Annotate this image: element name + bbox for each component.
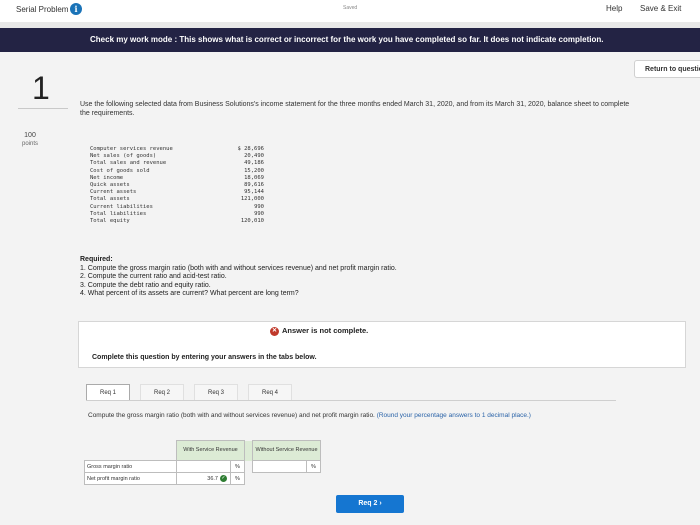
table-row: Gross margin ratio % % [84, 460, 321, 473]
saved-status: Saved [343, 5, 358, 11]
gross-margin-without-input[interactable] [252, 460, 307, 473]
table-row: Total assets 121,000 [90, 196, 264, 203]
header-blank [85, 441, 177, 461]
table-row: Quick assets 89,616 [90, 182, 264, 189]
net-profit-margin-with-input[interactable]: 36.7 ✓ [176, 472, 231, 485]
info-icon[interactable]: i [70, 3, 82, 15]
question-intro: Use the following selected data from Bus… [80, 101, 630, 117]
incomplete-text: Answer is not complete. [282, 326, 369, 335]
percent-unit: % [230, 460, 245, 473]
row-value: 18,069 [244, 174, 264, 181]
table-row: Cost of goods sold 15,200 [90, 168, 264, 175]
row-value: 990 [254, 203, 264, 210]
help-link[interactable]: Help [606, 4, 622, 13]
requirement-item: 2. Compute the current ratio and acid-te… [80, 273, 227, 280]
tab-instruction: Compute the gross margin ratio (both wit… [88, 412, 588, 420]
table-row: Current liabilities 990 [90, 204, 264, 211]
points-value: 100 [24, 132, 36, 139]
table-row: Current assets 95,144 [90, 189, 264, 196]
row-value: 121,000 [240, 196, 264, 203]
row-label: Net profit margin ratio [84, 472, 177, 485]
correct-check-icon: ✓ [220, 475, 227, 482]
table-row: Total equity 120,010 [90, 218, 264, 225]
percent-unit: % [306, 460, 321, 473]
required-heading: Required: [80, 256, 113, 263]
divider [18, 108, 68, 109]
col-header-without-service: Without Service Revenue [252, 440, 321, 461]
answer-value: 36.7 [207, 475, 218, 482]
requirement-item: 4. What percent of its assets are curren… [80, 290, 299, 297]
row-value: 49,186 [244, 160, 264, 167]
table-row: Net sales (of goods) 20,490 [90, 153, 264, 160]
data-table: Computer services revenue $ 28,696 Net sa… [90, 146, 264, 225]
percent-unit: % [230, 472, 245, 485]
empty-cell [307, 473, 321, 485]
row-value: $ 28,696 [237, 146, 265, 152]
rounding-hint: (Round your percentage answers to 1 deci… [376, 412, 531, 419]
gross-margin-with-input[interactable] [176, 460, 231, 473]
tab-req-4[interactable]: Req 4 [248, 384, 292, 400]
row-label: Current assets [90, 189, 137, 196]
row-value: 990 [254, 210, 264, 217]
requirement-item: 1. Compute the gross margin ratio (both … [80, 264, 397, 272]
column-gap [245, 473, 253, 485]
answer-table: With Service Revenue Without Service Rev… [84, 440, 321, 485]
row-value: 15,200 [244, 167, 264, 174]
row-label: Quick assets [90, 181, 130, 188]
row-label: Current liabilities [90, 203, 153, 210]
question-number: 1 [32, 70, 50, 106]
complete-prompt: Complete this question by entering your … [92, 354, 317, 361]
check-mode-banner: Check my work mode : This shows what is … [0, 28, 700, 52]
row-label: Net sales (of goods) [90, 153, 157, 160]
incomplete-status: ✕ Answer is not complete. [270, 326, 368, 336]
table-row: Total sales and revenue 49,186 [90, 160, 264, 167]
row-label: Total sales and revenue [90, 160, 167, 167]
row-label: Gross margin ratio [84, 460, 177, 473]
row-value: 89,616 [244, 181, 264, 188]
banner-text: Check my work mode : This shows what is … [90, 35, 604, 44]
table-row: Computer services revenue $ 28,696 [90, 146, 264, 153]
tab-req-2[interactable]: Req 2 [140, 384, 184, 400]
top-bar: Serial Problem 13 i Saved Help Save & Ex… [0, 0, 700, 23]
table-row: Net profit margin ratio 36.7 ✓ % [84, 472, 321, 485]
table-row: Net income 18,069 [90, 175, 264, 182]
empty-cell [253, 473, 307, 485]
return-to-question-button[interactable]: Return to question [634, 60, 700, 78]
points-box: 100 points [15, 132, 45, 148]
row-value: 20,490 [244, 153, 264, 160]
row-label: Total assets [90, 196, 130, 203]
row-value: 120,010 [240, 217, 264, 224]
table-row: Total liabilities 990 [90, 211, 264, 218]
row-label: Net income [90, 174, 124, 181]
column-gap [244, 440, 253, 461]
row-label: Computer services revenue [90, 146, 173, 152]
table-header-row: With Service Revenue Without Service Rev… [85, 440, 321, 461]
row-label: Total liabilities [90, 210, 147, 217]
save-exit-link[interactable]: Save & Exit [640, 4, 681, 13]
points-label: points [21, 141, 38, 147]
column-gap [245, 461, 253, 473]
row-label: Total equity [90, 217, 130, 224]
row-value: 95,144 [244, 189, 264, 196]
next-req-button[interactable]: Req 2 › [336, 495, 404, 513]
tab-req-3[interactable]: Req 3 [194, 384, 238, 400]
col-header-with-service: With Service Revenue [176, 440, 245, 461]
tab-req-1[interactable]: Req 1 [86, 384, 130, 400]
row-label: Cost of goods sold [90, 167, 150, 174]
tabs-divider [86, 400, 616, 401]
instruction-text: Compute the gross margin ratio (both wit… [88, 412, 375, 419]
requirement-item: 3. Compute the debt ratio and equity rat… [80, 281, 211, 289]
error-x-icon: ✕ [270, 326, 279, 336]
requirements: Required: 1. Compute the gross margin ra… [80, 256, 600, 299]
